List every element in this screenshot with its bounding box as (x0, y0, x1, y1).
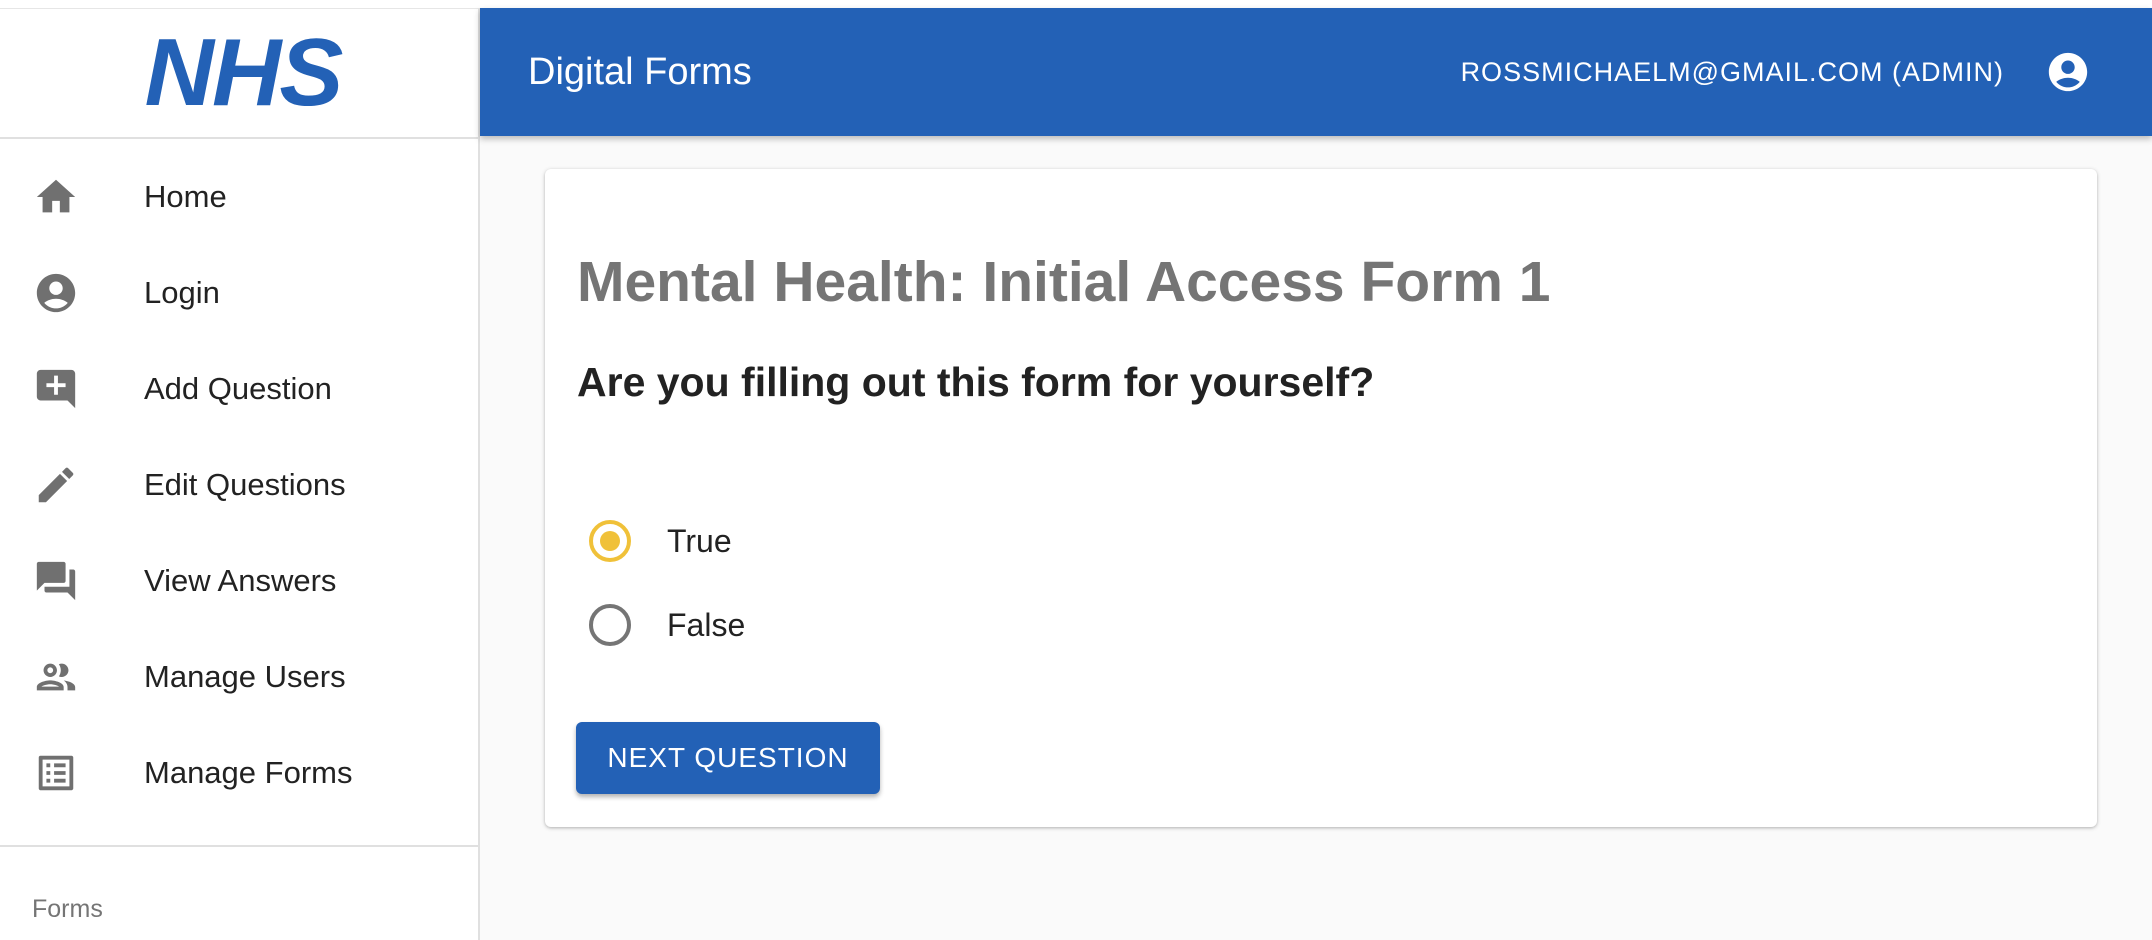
sidebar-item-view-answers[interactable]: View Answers (0, 533, 478, 629)
sidebar-item-label: Edit Questions (144, 467, 346, 502)
account-circle-icon (32, 269, 80, 317)
sidebar-nav: Home Login Add Question Edit Questions V… (0, 139, 478, 821)
radio-button-checked[interactable] (589, 520, 631, 562)
sidebar-item-home[interactable]: Home (0, 149, 478, 245)
nhs-logo[interactable]: NHS (145, 18, 344, 128)
page-title: Digital Forms (528, 50, 752, 93)
pencil-icon (32, 461, 80, 509)
forum-icon (32, 557, 80, 605)
user-email: ROSSMICHAELM@GMAIL.COM (ADMIN) (1460, 56, 2004, 87)
sidebar: NHS Home Login Add Question Edit Questio… (0, 8, 480, 940)
logo-area: NHS (0, 9, 478, 139)
option-label: False (667, 606, 746, 643)
account-circle-icon[interactable] (2044, 48, 2092, 96)
sidebar-item-label: Login (144, 275, 220, 310)
add-comment-icon (32, 365, 80, 413)
next-question-button[interactable]: NEXT QUESTION (576, 722, 880, 794)
sidebar-item-add-question[interactable]: Add Question (0, 341, 478, 437)
sidebar-item-label: Manage Users (144, 659, 346, 694)
sidebar-section-forms: Forms (32, 895, 103, 923)
sidebar-item-label: Manage Forms (144, 755, 353, 790)
sidebar-item-edit-questions[interactable]: Edit Questions (0, 437, 478, 533)
sidebar-item-manage-forms[interactable]: Manage Forms (0, 725, 478, 821)
sidebar-item-login[interactable]: Login (0, 245, 478, 341)
radio-dot (600, 531, 620, 551)
option-label: True (667, 522, 732, 559)
people-icon (32, 653, 80, 701)
list-alt-icon (32, 749, 80, 797)
question-text: Are you filling out this form for yourse… (577, 359, 1375, 405)
sidebar-item-manage-users[interactable]: Manage Users (0, 629, 478, 725)
radio-button-unchecked[interactable] (589, 604, 631, 646)
answer-options: True False (589, 499, 745, 667)
form-title: Mental Health: Initial Access Form 1 (577, 250, 1551, 314)
top-strip (0, 0, 2152, 8)
sidebar-item-label: Add Question (144, 371, 332, 406)
app-root: NHS Home Login Add Question Edit Questio… (0, 0, 2152, 940)
home-icon (32, 173, 80, 221)
sidebar-item-label: Home (144, 179, 227, 214)
form-card: Mental Health: Initial Access Form 1 Are… (545, 169, 2097, 827)
app-header: Digital Forms ROSSMICHAELM@GMAIL.COM (AD… (480, 8, 2152, 136)
option-true[interactable]: True (589, 499, 745, 583)
option-false[interactable]: False (589, 583, 745, 667)
sidebar-item-label: View Answers (144, 563, 337, 598)
